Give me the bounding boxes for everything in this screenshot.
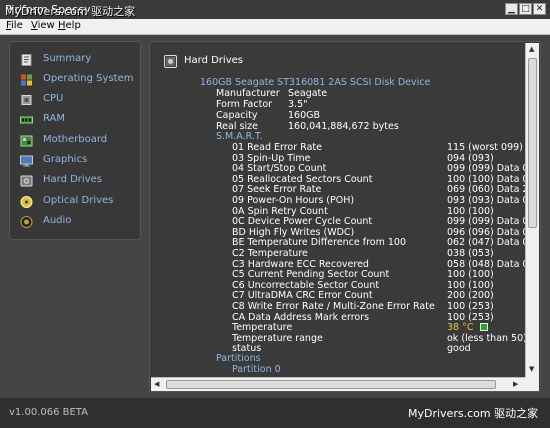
menu-view[interactable]: View — [31, 20, 55, 31]
partition-0-heading[interactable]: Partition 0 — [232, 364, 281, 375]
vertical-scroll-thumb[interactable] — [528, 58, 537, 228]
sidebar-item-label: CPU — [43, 93, 64, 104]
vertical-scrollbar[interactable]: ▲ ▼ — [525, 43, 539, 377]
smart-attribute-value: 100 (100) — [447, 269, 494, 280]
sidebar-item-summary[interactable]: Summary — [20, 52, 140, 68]
smart-attribute-value: 099 (099) Data 0 — [447, 216, 529, 227]
smart-attribute-value: 099 (099) Data 0 — [447, 163, 529, 174]
scroll-right-icon[interactable]: ▶ — [513, 380, 518, 388]
sidebar-item-hard-drives[interactable]: Hard Drives — [20, 173, 140, 189]
menu-bar: File View Help — [0, 19, 550, 35]
smart-attribute-name: 01 Read Error Rate — [232, 142, 322, 153]
smart-attribute-value: 062 (047) Data 0 — [447, 237, 529, 248]
smart-attribute-name: C8 Write Error Rate / Multi-Zone Error R… — [232, 301, 435, 312]
speaker-icon — [20, 216, 33, 228]
sidebar-nav: Summary Operating System CPU RAM Motherb… — [9, 41, 141, 240]
details-panel: Hard Drives 160GB Seagate ST316081 2AS S… — [149, 41, 541, 392]
horizontal-scroll-thumb[interactable] — [166, 380, 496, 389]
monitor-icon — [20, 155, 33, 167]
property-label: Form Factor — [216, 99, 273, 110]
property-value: 160,041,884,672 bytes — [288, 121, 399, 132]
sidebar-item-label: Motherboard — [43, 134, 108, 145]
property-value: 160GB — [288, 110, 321, 121]
smart-heading[interactable]: S.M.A.R.T. — [216, 131, 263, 142]
drive-name[interactable]: 160GB Seagate ST316081 2AS SCSI Disk Dev… — [200, 77, 430, 88]
sidebar-item-audio[interactable]: Audio — [20, 214, 140, 230]
sidebar-item-cpu[interactable]: CPU — [20, 92, 140, 108]
smart-attribute-name: C5 Current Pending Sector Count — [232, 269, 390, 280]
menu-help[interactable]: Help — [58, 20, 81, 31]
section-title: Hard Drives — [184, 55, 243, 66]
footer-watermark: MyDrivers.com 驱动之家 — [408, 407, 539, 420]
cpu-chip-icon — [21, 95, 32, 105]
property-value: 3.5" — [288, 99, 308, 110]
partitions-heading[interactable]: Partitions — [216, 353, 261, 364]
sidebar-item-label: RAM — [43, 113, 66, 124]
temperature-value: 38 °C — [447, 322, 488, 333]
sidebar-item-ram[interactable]: RAM — [20, 112, 140, 128]
smart-attribute-value: 093 (093) Data 0 — [447, 195, 529, 206]
motherboard-icon — [20, 135, 33, 147]
sidebar-item-label: Optical Drives — [43, 195, 114, 206]
summary-icon — [21, 54, 32, 66]
smart-attribute-name: 07 Seek Error Rate — [232, 184, 322, 195]
sidebar-item-label: Hard Drives — [43, 174, 102, 185]
sidebar-item-graphics[interactable]: Graphics — [20, 153, 140, 169]
status-value: good — [447, 343, 471, 354]
smart-attribute-name: 04 Start/Stop Count — [232, 163, 327, 174]
scroll-down-icon[interactable]: ▼ — [529, 365, 534, 373]
scroll-up-icon[interactable]: ▲ — [529, 45, 534, 53]
menu-file[interactable]: File — [6, 20, 23, 31]
hard-drive-icon — [164, 55, 177, 68]
smart-attribute-value: 200 (200) — [447, 290, 494, 301]
sidebar-item-motherboard[interactable]: Motherboard — [20, 133, 140, 149]
smart-attribute-value: 069 (060) Data 2 — [447, 184, 529, 195]
title-bar[interactable]: Piriform Speccy MyDrivers.com 驱动之家 ▁ □ ✕ — [0, 0, 550, 19]
version-label: v1.00.066 BETA — [9, 407, 88, 418]
smart-attribute-name: C2 Temperature — [232, 248, 308, 259]
property-value: Seagate — [288, 88, 328, 99]
smart-attribute-name: 09 Power-On Hours (POH) — [232, 195, 355, 206]
smart-attribute-name: C7 UltraDMA CRC Error Count — [232, 290, 373, 301]
smart-attribute-name: 0C Device Power Cycle Count — [232, 216, 373, 227]
horizontal-scrollbar[interactable]: ◀ ▶ — [151, 377, 525, 391]
smart-attribute-value: 038 (053) — [447, 248, 494, 259]
optical-disc-icon — [20, 196, 33, 208]
windows-logo-icon — [21, 74, 32, 86]
speccy-window: Piriform Speccy MyDrivers.com 驱动之家 ▁ □ ✕… — [0, 0, 550, 428]
smart-attribute-value: 115 (worst 099) — [447, 142, 523, 153]
maximize-button[interactable]: □ — [519, 3, 532, 15]
close-button[interactable]: ✕ — [533, 3, 546, 15]
smart-attribute-name: BE Temperature Difference from 100 — [232, 237, 406, 248]
scrollbar-corner — [525, 377, 539, 391]
minimize-button[interactable]: ▁ — [505, 3, 518, 15]
temperature-status-icon — [479, 323, 488, 331]
temperature-label: Temperature — [232, 322, 293, 333]
property-label: Capacity — [216, 110, 258, 121]
sidebar-item-optical-drives[interactable]: Optical Drives — [20, 194, 140, 210]
sidebar-item-label: Summary — [43, 53, 92, 64]
status-footer: v1.00.066 BETA MyDrivers.com 驱动之家 — [0, 398, 550, 428]
hard-drive-icon — [20, 175, 33, 187]
sidebar-item-label: Operating System — [43, 73, 134, 84]
sidebar-item-operating-system[interactable]: Operating System — [20, 72, 140, 88]
smart-attribute-value: 100 (253) — [447, 301, 494, 312]
property-label: Manufacturer — [216, 88, 280, 99]
scroll-left-icon[interactable]: ◀ — [154, 380, 159, 388]
ram-module-icon — [20, 116, 33, 124]
sidebar-item-label: Graphics — [43, 154, 88, 165]
sidebar-item-label: Audio — [43, 215, 72, 226]
